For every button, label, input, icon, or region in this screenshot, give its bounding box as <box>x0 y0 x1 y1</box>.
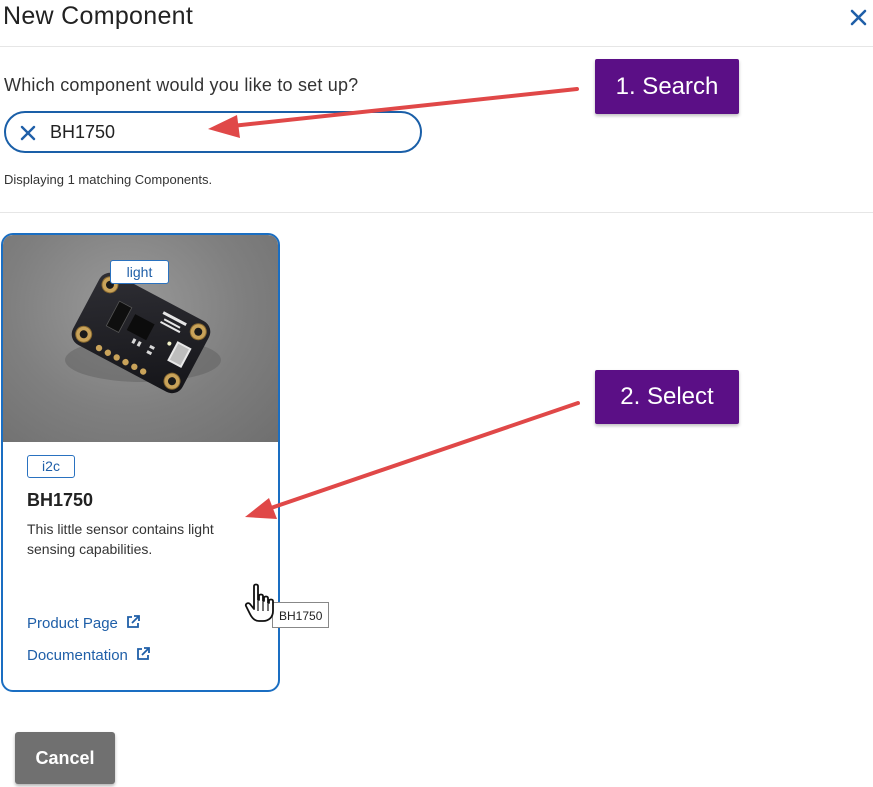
header-divider <box>0 46 873 47</box>
close-icon[interactable] <box>848 4 870 30</box>
arrow-to-card <box>266 401 580 511</box>
modal-title: New Component <box>3 2 194 30</box>
clear-icon[interactable] <box>19 124 37 142</box>
search-input[interactable] <box>50 119 410 145</box>
search-prompt: Which component would you like to set up… <box>4 75 359 95</box>
cancel-button[interactable]: Cancel <box>15 732 115 784</box>
component-card-bh1750[interactable]: light i2c BH1750 This little sensor cont… <box>1 233 280 692</box>
bus-tag: i2c <box>27 455 75 478</box>
card-tooltip: BH1750 <box>272 602 330 628</box>
documentation-label: Documentation <box>27 647 128 664</box>
product-page-label: Product Page <box>27 615 118 632</box>
step-select-callout: 2. Select <box>595 370 739 424</box>
component-description: This little sensor contains light sensin… <box>27 521 214 557</box>
result-count: Displaying 1 matching Components. <box>4 172 213 187</box>
new-component-modal: New Component Which component would you … <box>0 0 873 787</box>
product-page-link[interactable]: Product Page <box>27 615 140 632</box>
external-link-icon <box>137 647 150 660</box>
component-name: BH1750 <box>27 490 94 510</box>
hand-pointer-icon <box>244 583 274 622</box>
search-box <box>4 111 422 153</box>
category-tag: light <box>110 260 169 284</box>
documentation-link[interactable]: Documentation <box>27 647 150 664</box>
step-search-callout: 1. Search <box>595 59 739 114</box>
external-link-icon <box>127 615 140 628</box>
component-image: light <box>3 235 278 442</box>
results-divider <box>0 212 873 213</box>
